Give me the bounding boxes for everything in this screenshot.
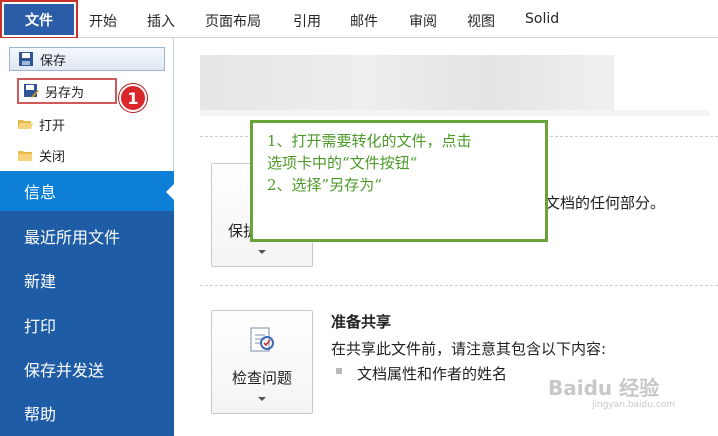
chevron-down-icon (258, 397, 266, 401)
prepare-share-description: 在共享此文件前，请注意其包含以下内容: (331, 340, 607, 358)
tab-references[interactable]: 引用 (293, 11, 321, 31)
close-button[interactable]: 关闭 (9, 143, 165, 167)
tab-home[interactable]: 开始 (89, 11, 117, 31)
chevron-down-icon (258, 250, 266, 254)
protect-description: 此文档的任何部分。 (530, 194, 666, 212)
baidu-watermark: Baidu 经验 (548, 376, 660, 400)
save-as-label: 另存为 (45, 85, 85, 101)
check-issues-label: 检查问题 (231, 369, 292, 387)
save-icon (18, 51, 34, 67)
tab-mailings[interactable]: 邮件 (350, 11, 378, 31)
tab-solid[interactable]: Solid (525, 11, 559, 27)
nav-info[interactable]: 信息 (0, 171, 175, 211)
open-button[interactable]: 打开 (9, 112, 165, 136)
close-label: 关闭 (39, 149, 66, 165)
document-title-blurred (200, 55, 710, 116)
backstage-nav: 信息 最近所用文件 新建 打印 保存并发送 帮助 (0, 171, 175, 436)
inspect-document-icon (247, 325, 277, 359)
save-as-button[interactable]: 另存为 (17, 78, 117, 104)
callout-line: 1、打开需要转化的文件，点击 (267, 132, 472, 150)
nav-recent[interactable]: 最近所用文件 (0, 216, 174, 256)
baidu-watermark-url: jingyan.baidu.com (592, 400, 676, 410)
prepare-share-item: 文档属性和作者的姓名 (357, 365, 508, 383)
save-button[interactable]: 保存 (9, 47, 165, 71)
prepare-share-title: 准备共享 (331, 313, 392, 331)
ribbon-tab-bar: 文件 开始 插入 页面布局 引用 邮件 审阅 视图 Solid (0, 0, 718, 39)
nav-save-send[interactable]: 保存并发送 (0, 349, 174, 389)
step-badge: 1 (119, 84, 147, 112)
divider (200, 285, 718, 286)
file-tab-label: 文件 (4, 4, 74, 35)
nav-print[interactable]: 打印 (0, 305, 174, 345)
open-label: 打开 (39, 118, 66, 134)
callout-line: 2、选择”另存为“ (267, 176, 382, 194)
save-label: 保存 (40, 53, 67, 69)
callout-line: 选项卡中的“文件按钮“ (267, 154, 418, 172)
instruction-callout: 1、打开需要转化的文件，点击 选项卡中的“文件按钮“ 2、选择”另存为“ (250, 120, 548, 242)
tab-view[interactable]: 视图 (467, 11, 495, 31)
nav-help[interactable]: 帮助 (0, 393, 174, 433)
file-tab[interactable]: 文件 (0, 0, 78, 39)
open-folder-icon (17, 116, 33, 132)
nav-new[interactable]: 新建 (0, 260, 174, 300)
tab-review[interactable]: 审阅 (409, 11, 437, 31)
close-folder-icon (17, 147, 33, 163)
check-issues-button[interactable]: 检查问题 (211, 310, 313, 414)
tab-page-layout[interactable]: 页面布局 (205, 11, 261, 31)
tab-insert[interactable]: 插入 (147, 11, 175, 31)
bullet-marker (336, 368, 342, 374)
quick-actions: 保存 另存为 1 打开 关闭 (0, 38, 174, 171)
backstage-sidebar: 保存 另存为 1 打开 关闭 信息 最近所用文件 新建 打印 保存并发送 帮助 (0, 38, 175, 436)
save-as-icon (23, 83, 39, 99)
